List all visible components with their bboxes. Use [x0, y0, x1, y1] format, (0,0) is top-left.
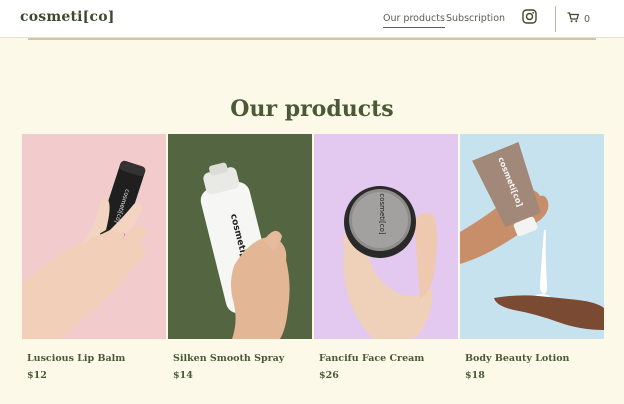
product-card-spray[interactable]: cosmeti[co] Silken Smooth Spray $14: [168, 134, 312, 381]
product-price: $26: [319, 370, 339, 381]
product-card-face-cream[interactable]: cosmeti[co] Fancifu Face Cream $26: [314, 134, 458, 381]
nav-our-products[interactable]: Our products: [383, 13, 445, 28]
product-photo-lip-balm[interactable]: cosmeti[co]: [22, 134, 166, 339]
product-card-body-lotion[interactable]: cosmeti[co] Body Beauty Lotion $18: [460, 134, 604, 381]
header-rule: [28, 38, 596, 40]
product-name[interactable]: Luscious Lip Balm: [27, 353, 166, 364]
top-navigation: cosmeti[co] Our products Subscription 0: [0, 0, 624, 38]
product-price: $14: [173, 370, 193, 381]
product-name[interactable]: Silken Smooth Spray: [173, 353, 312, 364]
product-name[interactable]: Body Beauty Lotion: [465, 353, 604, 364]
page-title: Our products: [230, 96, 394, 122]
cart-icon: [567, 12, 580, 26]
product-price: $12: [27, 370, 47, 381]
product-photo-body-lotion[interactable]: cosmeti[co]: [460, 134, 604, 339]
svg-text:cosmeti[co]: cosmeti[co]: [378, 193, 386, 234]
product-card-lip-balm[interactable]: cosmeti[co] Luscious Lip Balm $12: [22, 134, 166, 381]
cart-button[interactable]: 0: [567, 12, 590, 26]
cart-count: 0: [584, 13, 591, 25]
product-name[interactable]: Fancifu Face Cream: [319, 353, 458, 364]
nav-divider: [555, 6, 556, 32]
product-photo-spray[interactable]: cosmeti[co]: [168, 134, 312, 339]
product-grid: cosmeti[co] Luscious Lip Balm $12 cosmet…: [22, 134, 604, 381]
product-photo-face-cream[interactable]: cosmeti[co]: [314, 134, 458, 339]
brand-logo[interactable]: cosmeti[co]: [20, 9, 115, 25]
nav-subscription[interactable]: Subscription: [446, 13, 505, 24]
product-price: $18: [465, 370, 485, 381]
instagram-icon[interactable]: [522, 9, 537, 24]
